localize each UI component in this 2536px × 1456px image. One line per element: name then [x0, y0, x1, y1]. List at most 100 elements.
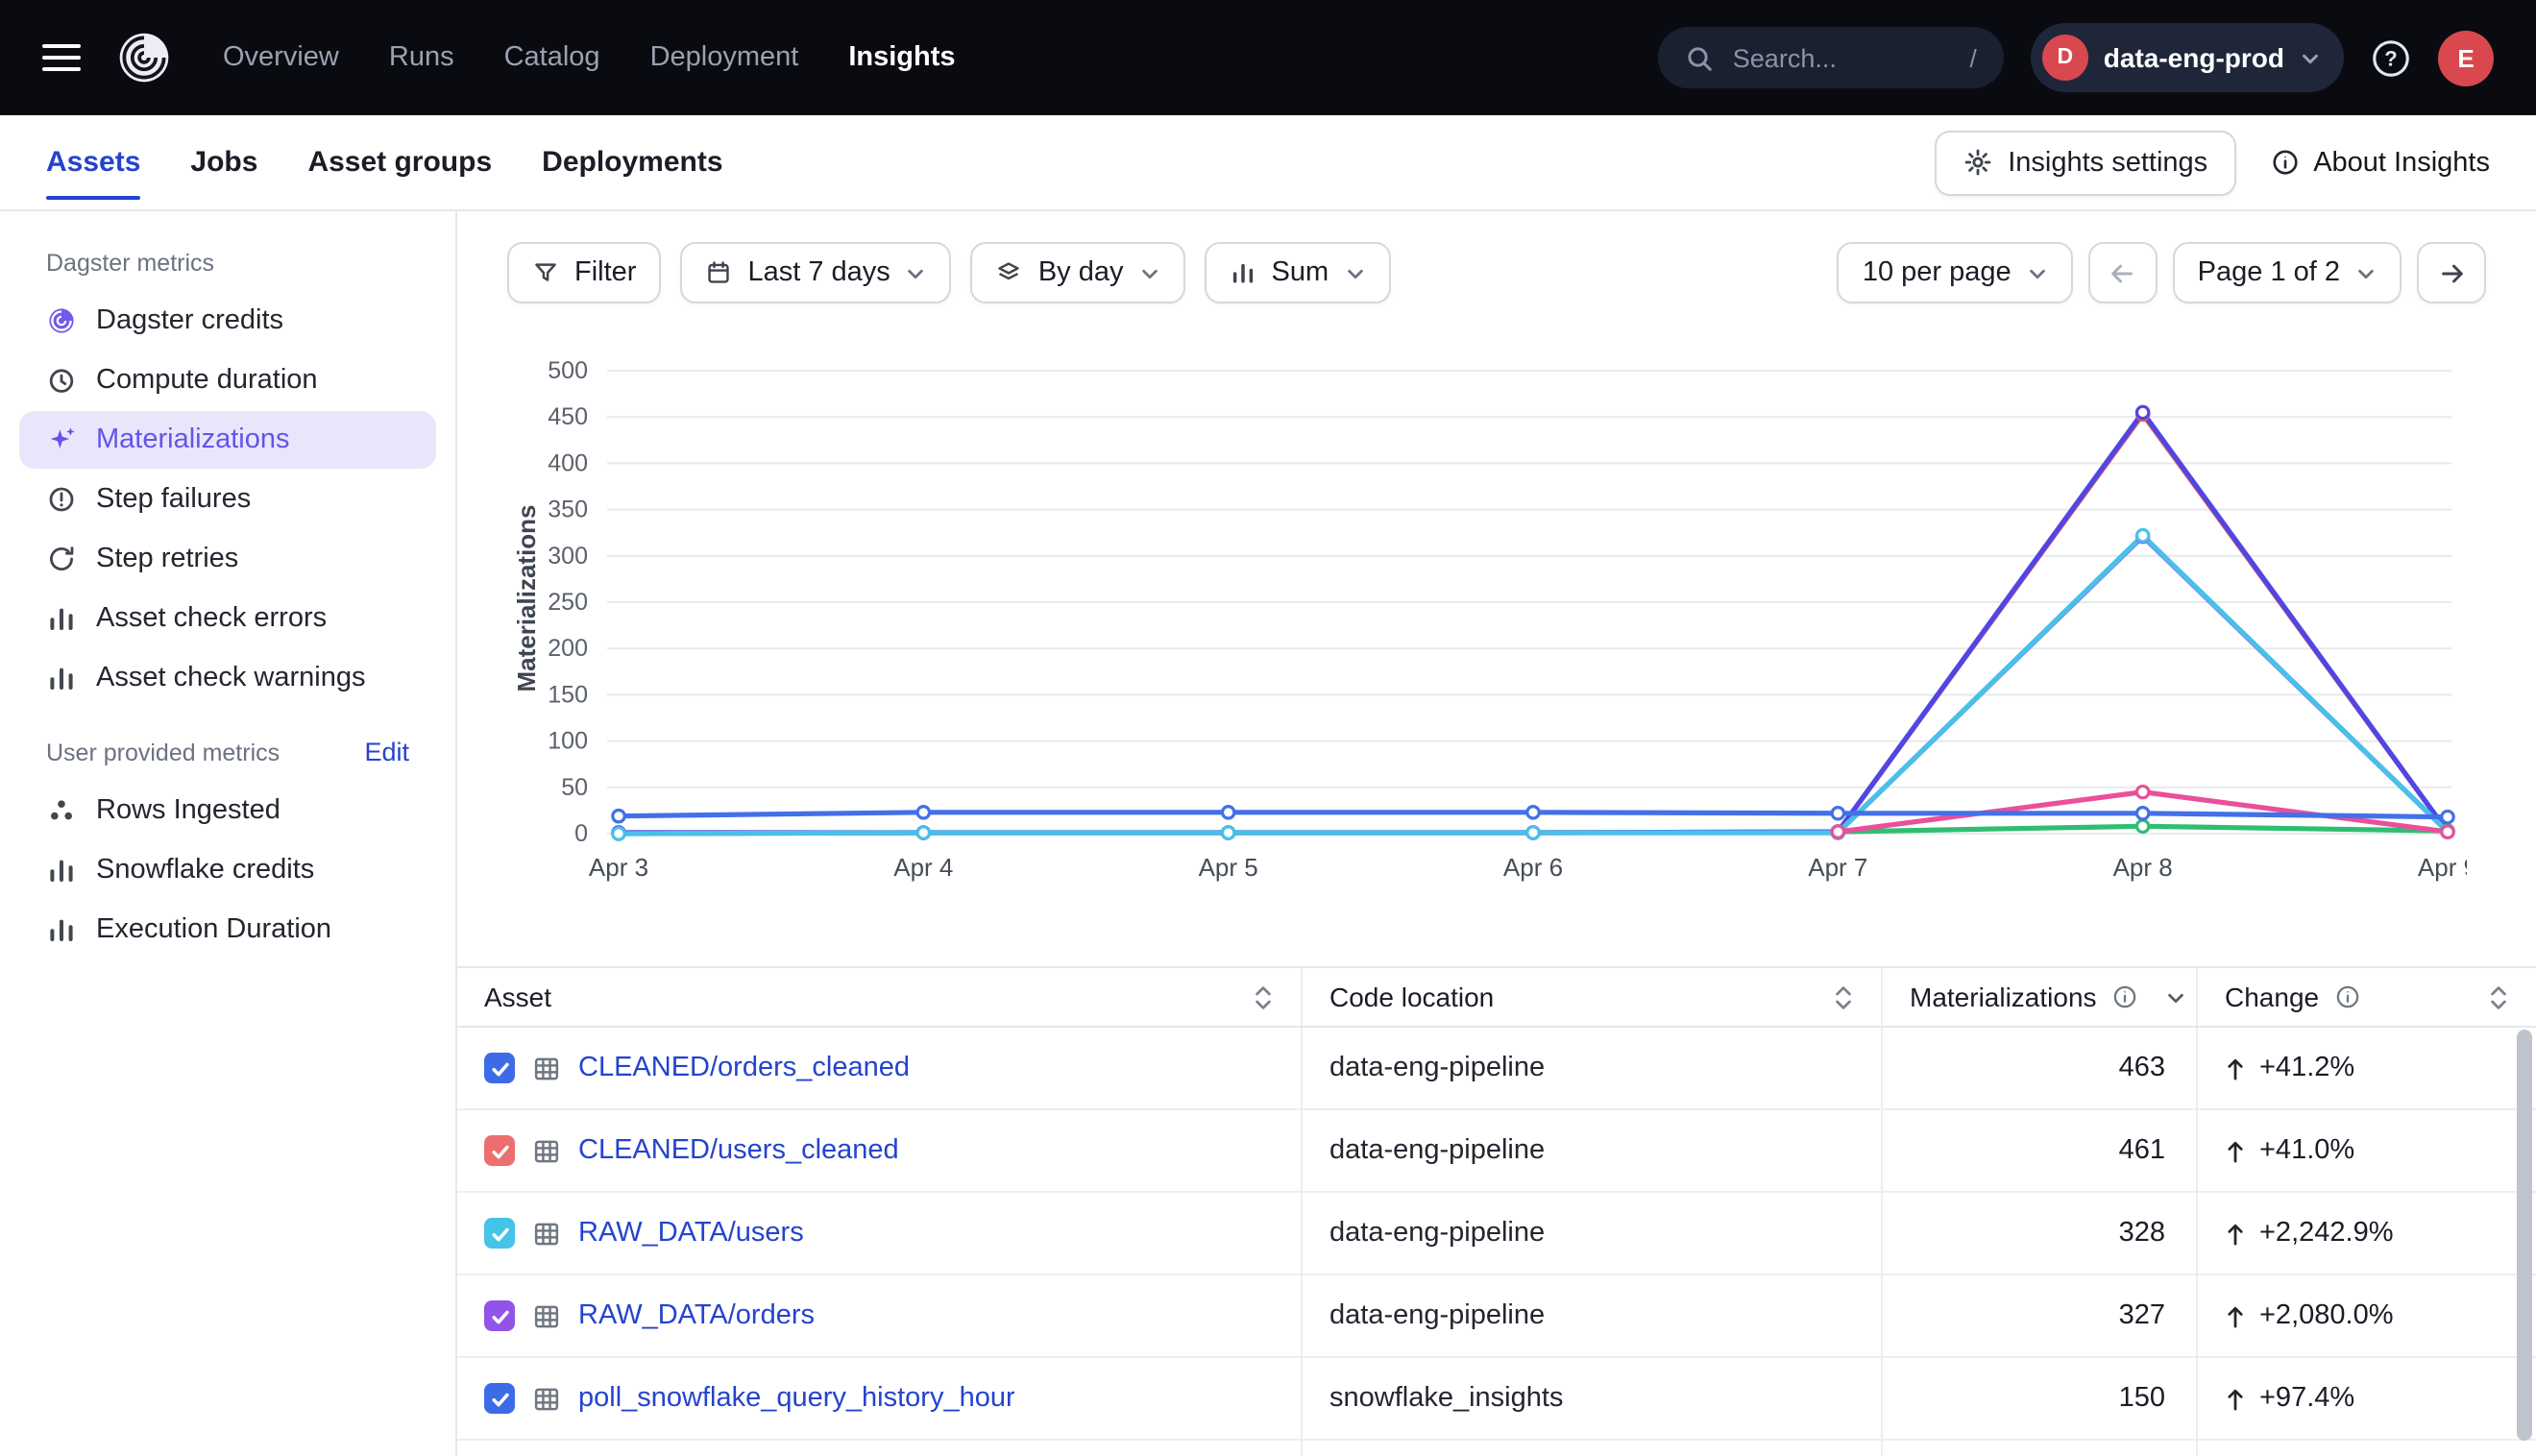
sidebar-item-step-retries[interactable]: Step retries	[19, 530, 436, 588]
search-icon	[1685, 43, 1714, 72]
table-scrollbar[interactable]	[2517, 1030, 2532, 1441]
nav-catalog[interactable]: Catalog	[504, 42, 600, 73]
info-icon[interactable]	[2334, 983, 2361, 1010]
insights-settings-button[interactable]: Insights settings	[1935, 130, 2236, 195]
chevron-down-icon	[906, 262, 927, 283]
main-panel: Filter Last 7 days By day	[457, 211, 2536, 1456]
code-location-cell: data-eng-pipeline	[1303, 1028, 1883, 1108]
column-header-materializations: Materializations	[1883, 968, 2198, 1026]
asset-link[interactable]: RAW_DATA/users	[578, 1218, 804, 1249]
table-row: CLEANED/orders_cleaned data-eng-pipeline…	[457, 1028, 2536, 1110]
change-cell: +97.4%	[2198, 1358, 2536, 1439]
arrow-up-icon	[2225, 1386, 2246, 1411]
info-icon[interactable]	[2112, 983, 2139, 1010]
tab-asset-groups[interactable]: Asset groups	[307, 115, 492, 209]
table-row: RAW_DATA/orders data-eng-pipeline 327 +2…	[457, 1275, 2536, 1358]
global-search[interactable]: /	[1658, 27, 2004, 88]
chevron-down-icon	[2300, 47, 2321, 68]
sidebar-item-materializations[interactable]: Materializations	[19, 411, 436, 469]
column-header-asset: Asset	[457, 968, 1303, 1026]
chevron-down-icon	[1139, 262, 1160, 283]
search-input[interactable]	[1729, 41, 1929, 74]
nav-overview[interactable]: Overview	[223, 42, 339, 73]
arrow-up-icon	[2225, 1221, 2246, 1246]
layers-icon	[996, 259, 1023, 286]
sort-desc-icon[interactable]	[2166, 986, 2187, 1007]
change-cell	[2198, 1441, 2536, 1456]
arrow-right-icon	[2437, 258, 2466, 287]
asset-link[interactable]: poll_snowflake_query_history_hour	[578, 1383, 1015, 1414]
asset-link[interactable]: RAW_DATA/orders	[578, 1300, 815, 1331]
hamburger-menu-icon[interactable]	[42, 44, 81, 71]
tab-deployments[interactable]: Deployments	[542, 115, 722, 209]
about-insights-link[interactable]: About Insights	[2271, 147, 2490, 178]
clock-icon	[46, 365, 77, 396]
tab-assets[interactable]: Assets	[46, 115, 140, 209]
sort-icon[interactable]	[1253, 983, 1274, 1011]
sidebar-item-asset-check-errors[interactable]: Asset check errors	[19, 590, 436, 647]
help-icon[interactable]: ?	[2371, 37, 2411, 78]
date-range-dropdown[interactable]: Last 7 days	[680, 242, 951, 303]
prev-page-button[interactable]	[2088, 242, 2158, 303]
user-avatar[interactable]: E	[2438, 30, 2494, 85]
nav-insights[interactable]: Insights	[848, 42, 955, 73]
bar-chart-icon	[46, 855, 77, 886]
row-checkbox[interactable]	[484, 1135, 515, 1166]
insights-tabs-bar: Assets Jobs Asset groups Deployments Ins…	[0, 115, 2536, 211]
org-switcher[interactable]: D data-eng-prod	[2031, 23, 2344, 92]
sort-icon[interactable]	[1833, 983, 1854, 1011]
nav-deployment[interactable]: Deployment	[650, 42, 799, 73]
content: Dagster metrics Dagster credits Compute …	[0, 211, 2536, 1456]
sparkle-icon	[46, 425, 77, 455]
alert-circle-icon	[46, 484, 77, 515]
row-checkbox[interactable]	[484, 1300, 515, 1331]
filter-button[interactable]: Filter	[507, 242, 661, 303]
svg-text:150: 150	[548, 681, 588, 708]
asset-link[interactable]: CLEANED/orders_cleaned	[578, 1053, 910, 1083]
dagster-logo-icon	[115, 29, 173, 86]
materializations-cell: 328	[1883, 1193, 2198, 1274]
y-axis-label: Materializations	[512, 493, 541, 704]
materializations-cell: 327	[1883, 1275, 2198, 1356]
sidebar-item-snowflake-credits[interactable]: Snowflake credits	[19, 841, 436, 899]
sidebar-item-rows-ingested[interactable]: Rows Ingested	[19, 782, 436, 839]
table-row: CLEANED/users_cleaned data-eng-pipeline …	[457, 1110, 2536, 1193]
next-page-button[interactable]	[2417, 242, 2486, 303]
dagster-credits-icon	[46, 305, 77, 336]
table-grid-icon	[532, 1301, 561, 1330]
arrow-up-icon	[2225, 1138, 2246, 1163]
sidebar-item-execution-duration[interactable]: Execution Duration	[19, 901, 436, 959]
tab-jobs[interactable]: Jobs	[190, 115, 257, 209]
svg-text:450: 450	[548, 403, 588, 430]
granularity-dropdown[interactable]: By day	[971, 242, 1185, 303]
funnel-icon	[532, 259, 559, 286]
sidebar-item-compute-duration[interactable]: Compute duration	[19, 352, 436, 409]
sidebar-item-asset-check-warnings[interactable]: Asset check warnings	[19, 649, 436, 707]
nav-runs[interactable]: Runs	[389, 42, 454, 73]
table-grid-icon	[532, 1384, 561, 1413]
table-grid-icon	[532, 1054, 561, 1082]
sidebar-item-step-failures[interactable]: Step failures	[19, 471, 436, 528]
aggregation-dropdown[interactable]: Sum	[1205, 242, 1391, 303]
per-page-dropdown[interactable]: 10 per page	[1838, 242, 2073, 303]
svg-text:Apr 7: Apr 7	[1808, 853, 1867, 882]
change-cell: +41.0%	[2198, 1110, 2536, 1191]
row-checkbox[interactable]	[484, 1383, 515, 1414]
materializations-cell: 150	[1883, 1358, 2198, 1439]
materializations-cell: 463	[1883, 1028, 2198, 1108]
svg-text:Apr 4: Apr 4	[893, 853, 953, 882]
code-location-cell: data-eng-pipeline	[1303, 1193, 1883, 1274]
page-selector-dropdown[interactable]: Page 1 of 2	[2173, 242, 2402, 303]
gear-icon	[1963, 148, 1992, 177]
asset-link[interactable]: CLEANED/users_cleaned	[578, 1135, 899, 1166]
sort-icon[interactable]	[2488, 983, 2509, 1011]
bar-chart-icon	[1230, 259, 1256, 286]
arrow-up-icon	[2225, 1303, 2246, 1328]
sidebar-item-dagster-credits[interactable]: Dagster credits	[19, 292, 436, 350]
row-checkbox[interactable]	[484, 1053, 515, 1083]
line-chart: 050100150200250300350400450500Apr 3Apr 4…	[507, 303, 2467, 891]
edit-metrics-link[interactable]: Edit	[364, 738, 409, 766]
dots-cluster-icon	[46, 795, 77, 826]
search-shortcut-hint: /	[1970, 43, 1977, 72]
row-checkbox[interactable]	[484, 1218, 515, 1249]
